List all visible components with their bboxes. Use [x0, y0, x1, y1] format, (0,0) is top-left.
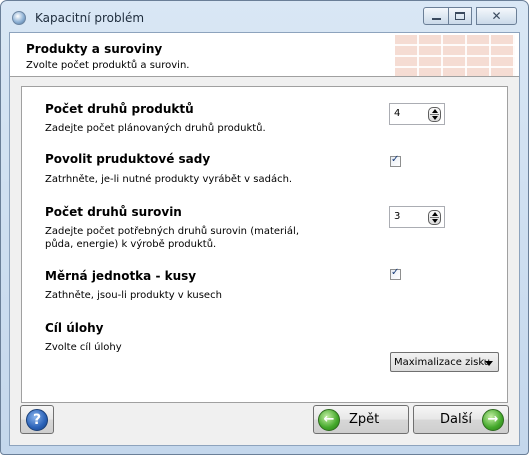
arrow-right-icon: →	[482, 408, 504, 431]
wizard-header: Produkty a suroviny Zvolte počet produkt…	[10, 33, 519, 77]
unit-pieces-desc: Zathněte, jsou-li produkty v kusech	[45, 290, 222, 301]
goal-title: Cíl úlohy	[45, 321, 104, 335]
materials-count-spin-buttons[interactable]	[428, 210, 441, 225]
products-count-stepper[interactable]: 4	[389, 103, 445, 125]
minimize-icon	[431, 18, 441, 20]
product-sets-desc: Zatrhněte, je-li nutné produkty vyrábět …	[45, 174, 293, 185]
settings-panel: Počet druhů produktů Zadejte počet pláno…	[21, 86, 508, 403]
materials-count-stepper[interactable]: 3	[389, 206, 445, 228]
maximize-button[interactable]	[448, 7, 472, 25]
close-button[interactable]: ✕	[476, 7, 517, 25]
spin-up-icon[interactable]	[432, 109, 438, 113]
materials-count-desc: Zadejte počet potřebných druhů surovin (…	[45, 226, 300, 250]
question-mark-icon: ?	[26, 408, 48, 431]
help-button[interactable]: ?	[20, 405, 54, 434]
spin-down-icon[interactable]	[432, 116, 438, 120]
next-button-label: Další	[440, 412, 472, 427]
products-count-desc: Zadejte počet plánovaných druhů produktů…	[45, 123, 266, 134]
back-button[interactable]: ← Zpět	[313, 405, 409, 434]
chevron-down-icon[interactable]	[485, 361, 493, 366]
goal-selected-value[interactable]: Maximalizace zisku	[394, 357, 490, 368]
app-icon	[12, 11, 26, 25]
unit-pieces-checkbox[interactable]: ✓	[390, 267, 401, 280]
spin-down-icon[interactable]	[432, 219, 438, 223]
product-sets-title: Povolit pruduktové sady	[45, 152, 211, 166]
product-sets-checkbox[interactable]: ✓	[390, 154, 401, 167]
unit-pieces-title: Měrná jednotka - kusy	[45, 269, 197, 283]
products-count-title: Počet druhů produktů	[45, 102, 194, 116]
page-subtitle: Zvolte počet produktů a surovin.	[26, 60, 190, 71]
checkmark-icon: ✓	[391, 267, 400, 278]
wizard-client-area: Produkty a suroviny Zvolte počet produkt…	[9, 32, 520, 446]
materials-count-title: Počet druhů surovin	[45, 205, 182, 219]
arrow-left-icon: ←	[318, 408, 340, 431]
spin-up-icon[interactable]	[432, 212, 438, 216]
materials-count-value[interactable]: 3	[394, 211, 400, 222]
spin-divider	[430, 114, 439, 115]
back-button-label: Zpět	[349, 412, 380, 427]
close-icon: ✕	[491, 9, 502, 23]
spin-divider	[430, 217, 439, 218]
products-count-spin-buttons[interactable]	[428, 107, 441, 122]
header-brick-graphic	[395, 35, 515, 76]
title-bar[interactable]: Kapacitní problém ✕	[1, 1, 528, 31]
goal-dropdown[interactable]: Maximalizace zisku	[390, 352, 499, 372]
checkmark-icon: ✓	[391, 154, 400, 165]
minimize-button[interactable]	[423, 7, 449, 25]
goal-desc: Zvolte cíl úlohy	[45, 342, 122, 353]
app-window: Kapacitní problém ✕ Produkty a suroviny …	[0, 0, 529, 455]
maximize-icon	[455, 12, 465, 20]
next-button[interactable]: Další →	[413, 405, 509, 434]
window-title: Kapacitní problém	[35, 11, 145, 25]
products-count-value[interactable]: 4	[394, 108, 400, 119]
page-title: Produkty a suroviny	[26, 42, 163, 56]
